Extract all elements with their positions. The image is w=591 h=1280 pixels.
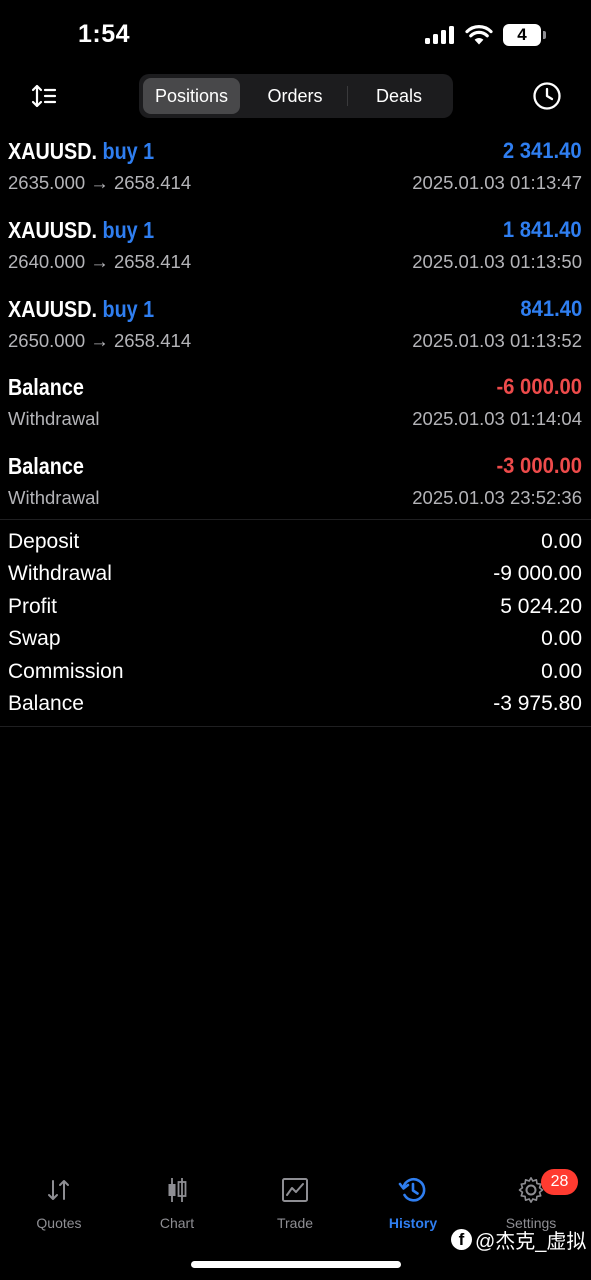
tab-trade[interactable]: Trade: [236, 1170, 354, 1240]
balance-row[interactable]: Balance -6 000.00 Withdrawal 2025.01.03 …: [0, 374, 591, 453]
deal-time: 2025.01.03 01:13:52: [412, 330, 582, 351]
deal-row[interactable]: XAUUSD. buy 1 1 841.40 2640.000 → 2658.4…: [0, 217, 591, 296]
cellular-signal-icon: [425, 26, 457, 44]
summary-label: Profit: [8, 594, 58, 618]
home-indicator[interactable]: [191, 1261, 401, 1268]
deal-symbol: XAUUSD.: [8, 296, 98, 322]
summary-value: -3 975.80: [493, 691, 582, 715]
deal-type: buy 1: [102, 217, 155, 243]
summary-value: 0.00: [541, 627, 582, 651]
segmented-control: Positions Orders Deals: [139, 74, 453, 118]
summary-bottom-divider: [0, 726, 591, 727]
deal-time: 2025.01.03 01:13:47: [412, 172, 582, 193]
deal-prices: 2650.000 → 2658.414: [8, 330, 192, 351]
summary-label: Withdrawal: [8, 562, 112, 586]
deal-profit: 841.40: [520, 296, 582, 321]
deal-title: XAUUSD. buy 1: [8, 217, 154, 244]
summary-divider: [0, 519, 591, 520]
deal-title: Balance: [8, 453, 84, 480]
deal-time: 2025.01.03 01:14:04: [412, 408, 582, 429]
deal-title: XAUUSD. buy 1: [8, 296, 154, 323]
deal-symbol: Balance: [8, 453, 84, 479]
tab-label: Chart: [159, 1215, 195, 1231]
summary-row-profit: Profit 5 024.20: [0, 593, 591, 625]
settings-badge: 28: [541, 1169, 578, 1195]
deal-profit: 1 841.40: [503, 217, 582, 242]
history-header: Positions Orders Deals: [0, 72, 591, 120]
status-bar: 1:54 4: [0, 0, 591, 70]
deal-title: XAUUSD. buy 1: [8, 138, 154, 165]
deal-row[interactable]: XAUUSD. buy 1 2 341.40 2635.000 → 2658.4…: [0, 138, 591, 217]
summary-value: 0.00: [541, 530, 582, 553]
summary-row-swap: Swap 0.00: [0, 625, 591, 657]
deal-profit: 2 341.40: [503, 138, 582, 163]
watermark-text: @杰克_虚拟: [475, 1230, 587, 1253]
sort-icon[interactable]: [30, 82, 58, 110]
facebook-logo-icon: f: [451, 1228, 472, 1250]
tab-positions[interactable]: Positions: [143, 78, 240, 114]
tab-orders[interactable]: Orders: [245, 78, 345, 114]
summary-value: 0.00: [541, 659, 582, 683]
summary-row-commission: Commission 0.00: [0, 658, 591, 690]
battery-tip: [543, 31, 546, 39]
summary-value: 5 024.20: [500, 594, 582, 618]
battery-icon: 4: [503, 24, 541, 46]
wifi-icon: [465, 25, 493, 45]
deal-amount: -3 000.00: [496, 453, 582, 478]
deal-type: buy 1: [102, 296, 155, 322]
tab-label: Quotes: [36, 1215, 82, 1231]
deal-type: buy 1: [102, 138, 155, 164]
deal-amount: -6 000.00: [496, 374, 582, 399]
summary-row-withdrawal: Withdrawal -9 000.00: [0, 560, 591, 592]
deal-comment: Withdrawal: [8, 408, 100, 429]
status-time: 1:54: [78, 20, 131, 48]
balance-row[interactable]: Balance -3 000.00 Withdrawal 2025.01.03 …: [0, 453, 591, 532]
tab-deals[interactable]: Deals: [349, 78, 449, 114]
deal-symbol: XAUUSD.: [8, 217, 98, 243]
deal-prices: 2635.000 → 2658.414: [8, 172, 192, 193]
deal-symbol: Balance: [8, 374, 84, 400]
summary-section: Deposit 0.00 Withdrawal -9 000.00 Profit…: [0, 528, 591, 722]
deal-prices: 2640.000 → 2658.414: [8, 251, 192, 272]
clock-icon[interactable]: [532, 81, 562, 111]
watermark: f @杰克_虚拟: [451, 1225, 586, 1253]
tab-chart[interactable]: Chart: [118, 1170, 236, 1240]
deal-symbol: XAUUSD.: [8, 138, 98, 164]
tab-label: Trade: [276, 1215, 314, 1231]
segment-divider: [347, 86, 348, 106]
trade-icon: [282, 1178, 308, 1202]
history-icon: [398, 1178, 426, 1202]
summary-row-deposit: Deposit 0.00: [0, 528, 591, 560]
tab-quotes[interactable]: Quotes: [0, 1170, 118, 1240]
summary-row-balance: Balance -3 975.80: [0, 690, 591, 722]
summary-label: Balance: [8, 691, 84, 715]
summary-label: Deposit: [8, 530, 80, 553]
deal-row[interactable]: XAUUSD. buy 1 841.40 2650.000 → 2658.414…: [0, 296, 591, 375]
summary-label: Swap: [8, 627, 61, 651]
quotes-icon: [48, 1180, 69, 1200]
summary-value: -9 000.00: [493, 562, 582, 586]
deal-time: 2025.01.03 23:52:36: [412, 487, 582, 508]
summary-label: Commission: [8, 659, 124, 683]
deal-time: 2025.01.03 01:13:50: [412, 251, 582, 272]
deal-comment: Withdrawal: [8, 487, 100, 508]
deal-title: Balance: [8, 374, 84, 401]
candlestick-icon: [168, 1178, 187, 1202]
